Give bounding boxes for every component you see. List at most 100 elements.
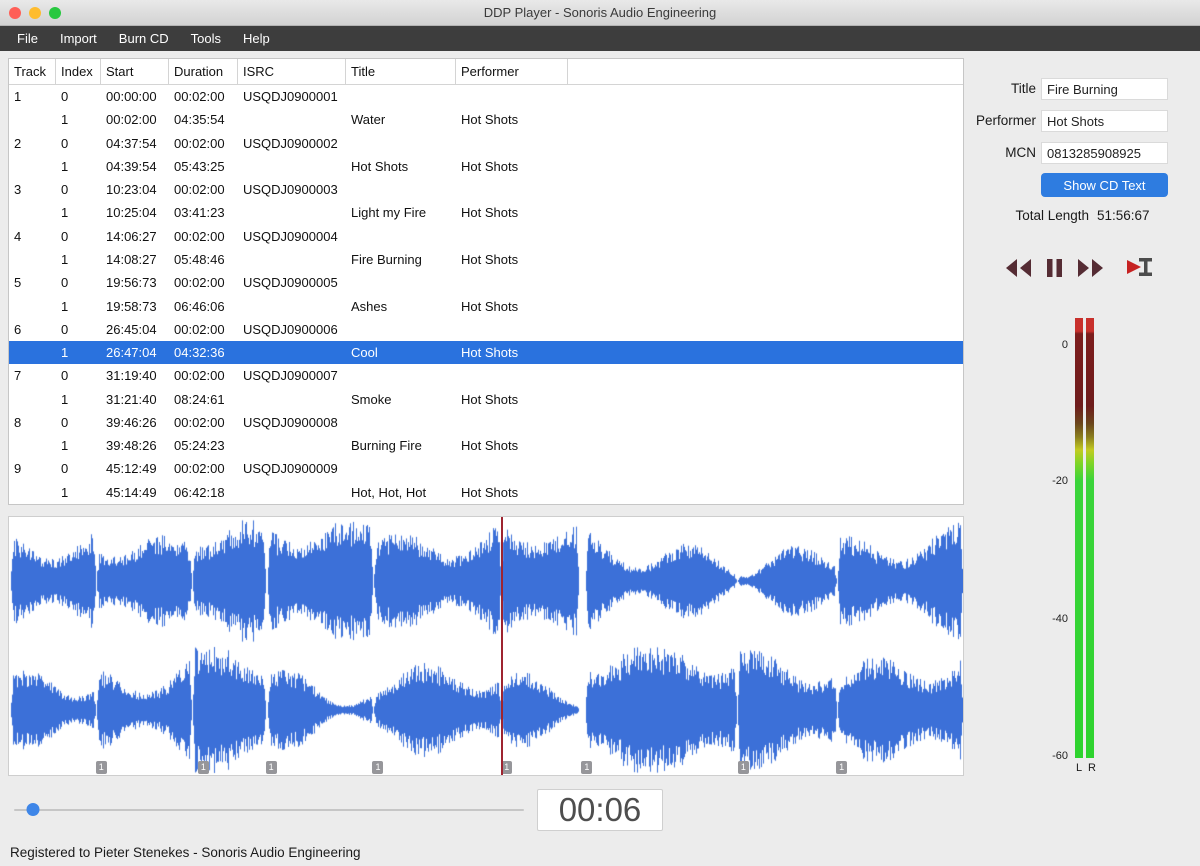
track-row[interactable]: 1 26:47:04 04:32:36 Cool Hot Shots xyxy=(9,340,963,365)
track-row[interactable]: 1 00:02:00 04:35:54 Water Hot Shots xyxy=(9,108,963,131)
goto-marker-icon xyxy=(1124,258,1158,283)
goto-marker-button[interactable] xyxy=(1124,255,1158,279)
cell-track: 9 xyxy=(14,461,22,477)
track-row[interactable]: 7 0 31:19:40 00:02:00 USQDJ0900007 xyxy=(9,364,963,387)
cell-start: 14:08:27 xyxy=(106,251,157,267)
cell-track: 1 xyxy=(14,89,22,105)
cell-title: Hot, Hot, Hot xyxy=(351,484,427,500)
cell-index: 0 xyxy=(61,135,69,151)
track-marker: 1 xyxy=(581,761,593,774)
seek-slider[interactable] xyxy=(14,796,524,824)
column-header-track[interactable]: Track xyxy=(9,59,56,84)
track-marker: 1 xyxy=(737,761,749,774)
slider-knob[interactable] xyxy=(26,803,40,816)
cell-start: 00:00:00 xyxy=(106,89,157,105)
cell-title: Hot Shots xyxy=(351,158,409,174)
table-header: Track Index Start Duration ISRC Title Performe… xyxy=(9,59,963,85)
cell-index: 1 xyxy=(61,112,69,128)
cell-title: Ashes xyxy=(351,298,388,314)
mcn-field[interactable] xyxy=(1041,142,1168,164)
column-header-title[interactable]: Title xyxy=(346,59,456,84)
track-row[interactable]: 1 14:08:27 05:48:46 Fire Burning Hot Shots xyxy=(9,248,963,271)
cell-index: 0 xyxy=(61,321,69,337)
meter-scale-label: -60 xyxy=(1052,750,1068,762)
status-bar: Registered to Pieter Stenekes - Sonoris … xyxy=(10,845,361,860)
track-marker: 1 xyxy=(265,761,277,774)
column-header-duration[interactable]: Duration xyxy=(169,59,238,84)
titlebar: DDP Player - Sonoris Audio Engineering xyxy=(0,0,1200,26)
menu-item-burn-cd[interactable]: Burn CD xyxy=(108,31,180,46)
menu-item-file[interactable]: File xyxy=(6,31,49,46)
track-row[interactable]: 1 04:39:54 05:43:25 Hot Shots Hot Shots xyxy=(9,155,963,178)
track-row[interactable]: 3 0 10:23:04 00:02:00 USQDJ0900003 xyxy=(9,178,963,201)
menu-item-tools[interactable]: Tools xyxy=(180,31,232,46)
close-button[interactable] xyxy=(9,7,21,19)
track-row[interactable]: 8 0 39:46:26 00:02:00 USQDJ0900008 xyxy=(9,411,963,434)
right-channel-label: R xyxy=(1088,762,1096,774)
track-row[interactable]: 1 31:21:40 08:24:61 Smoke Hot Shots xyxy=(9,387,963,410)
track-row[interactable]: 1 45:14:49 06:42:18 Hot, Hot, Hot Hot Shots xyxy=(9,481,963,504)
cell-index: 1 xyxy=(61,391,69,407)
column-header-isrc[interactable]: ISRC xyxy=(238,59,346,84)
cell-start: 04:37:54 xyxy=(106,135,157,151)
cell-performer: Hot Shots xyxy=(461,158,519,174)
track-row[interactable]: 1 39:48:26 05:24:23 Burning Fire Hot Shots xyxy=(9,434,963,457)
meter-scale-label: 0 xyxy=(1061,339,1068,351)
column-header-index[interactable]: Index xyxy=(56,59,101,84)
track-row[interactable]: 4 0 14:06:27 00:02:00 USQDJ0900004 xyxy=(9,225,963,248)
cell-start: 26:45:04 xyxy=(106,321,157,337)
pause-button[interactable] xyxy=(1045,257,1064,279)
cell-index: 1 xyxy=(61,438,69,454)
track-row[interactable]: 1 10:25:04 03:41:23 Light my Fire Hot Shots xyxy=(9,201,963,224)
column-header-performer[interactable]: Performer xyxy=(456,59,568,84)
cell-index: 1 xyxy=(61,345,69,361)
waveform-panel[interactable]: 11111111 xyxy=(8,516,964,776)
window-title: DDP Player - Sonoris Audio Engineering xyxy=(483,5,717,20)
slider-track[interactable] xyxy=(14,809,524,811)
cell-performer: Hot Shots xyxy=(461,112,519,128)
zoom-button[interactable] xyxy=(49,7,61,19)
level-meter: 0 -20 -40 -60 L R xyxy=(1040,318,1120,784)
cell-duration: 00:02:00 xyxy=(174,275,225,291)
total-length-label: Total Length xyxy=(1015,208,1089,223)
menu-item-help[interactable]: Help xyxy=(232,31,281,46)
cell-duration: 04:35:54 xyxy=(174,112,225,128)
cell-title: Burning Fire xyxy=(351,438,422,454)
column-header-filler xyxy=(568,59,963,84)
cell-track: 2 xyxy=(14,135,22,151)
menu-item-import[interactable]: Import xyxy=(49,31,108,46)
minimize-button[interactable] xyxy=(29,7,41,19)
cell-track: 5 xyxy=(14,275,22,291)
cell-index: 0 xyxy=(61,228,69,244)
cell-duration: 00:02:00 xyxy=(174,228,225,244)
track-row[interactable]: 9 0 45:12:49 00:02:00 USQDJ0900009 xyxy=(9,457,963,480)
cell-performer: Hot Shots xyxy=(461,345,519,361)
track-table[interactable]: Track Index Start Duration ISRC Title Performe… xyxy=(8,58,964,505)
cell-title: Cool xyxy=(351,345,378,361)
cell-performer: Hot Shots xyxy=(461,251,519,267)
cell-index: 0 xyxy=(61,461,69,477)
cell-duration: 03:41:23 xyxy=(174,205,225,221)
cell-title: Water xyxy=(351,112,386,128)
track-row[interactable]: 1 19:58:73 06:46:06 Ashes Hot Shots xyxy=(9,294,963,317)
cell-isrc: USQDJ0900009 xyxy=(243,461,338,477)
performer-field[interactable] xyxy=(1041,110,1168,132)
cell-duration: 05:43:25 xyxy=(174,158,225,174)
cell-start: 10:23:04 xyxy=(106,182,157,198)
title-field[interactable] xyxy=(1041,78,1168,100)
cell-isrc: USQDJ0900003 xyxy=(243,182,338,198)
rewind-button[interactable] xyxy=(1003,257,1033,279)
show-cd-text-button[interactable]: Show CD Text xyxy=(1041,173,1168,197)
fast-forward-button[interactable] xyxy=(1076,257,1106,279)
pause-icon xyxy=(1045,259,1064,283)
track-row[interactable]: 2 0 04:37:54 00:02:00 USQDJ0900002 xyxy=(9,132,963,155)
cell-start: 00:02:00 xyxy=(106,112,157,128)
cell-start: 14:06:27 xyxy=(106,228,157,244)
cell-index: 0 xyxy=(61,89,69,105)
track-row[interactable]: 1 0 00:00:00 00:02:00 USQDJ0900001 xyxy=(9,85,963,108)
cell-duration: 00:02:00 xyxy=(174,182,225,198)
cell-title: Light my Fire xyxy=(351,205,427,221)
column-header-start[interactable]: Start xyxy=(101,59,169,84)
track-row[interactable]: 5 0 19:56:73 00:02:00 USQDJ0900005 xyxy=(9,271,963,294)
track-row[interactable]: 6 0 26:45:04 00:02:00 USQDJ0900006 xyxy=(9,318,963,341)
